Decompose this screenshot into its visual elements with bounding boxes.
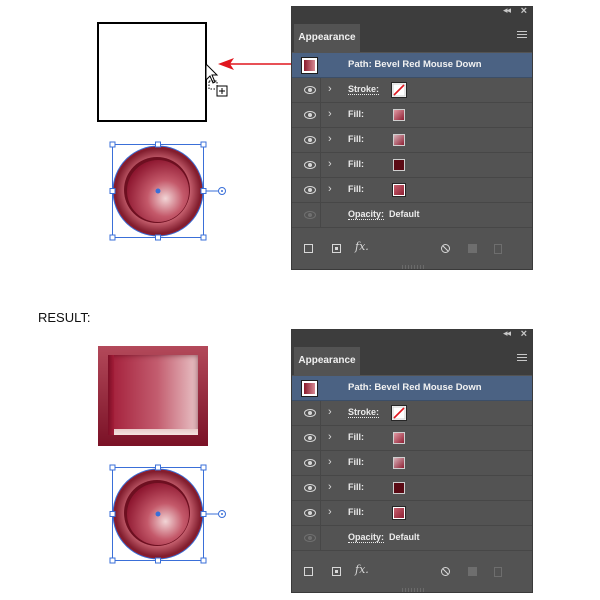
fill-row[interactable]: › Fill:: [292, 153, 532, 178]
fill-row[interactable]: › Fill:: [292, 476, 532, 501]
opacity-label[interactable]: Opacity:: [348, 209, 385, 220]
none-stroke-swatch[interactable]: [391, 82, 407, 98]
path-title: Path: Bevel Red Mouse Down: [348, 382, 482, 393]
stroke-label[interactable]: Stroke:: [348, 407, 380, 418]
appearance-panel: ◂◂ × Appearance Path: Bevel Red Mouse Do…: [291, 5, 533, 270]
add-fill-icon[interactable]: [332, 567, 341, 576]
panel-titlebar: ◂◂ ×: [292, 328, 532, 342]
fx-icon[interactable]: fx.: [355, 563, 369, 576]
fill-label: Fill:: [348, 134, 364, 144]
opacity-row[interactable]: Opacity: Default: [292, 203, 532, 228]
close-icon[interactable]: ×: [521, 5, 527, 17]
eye-icon[interactable]: [304, 136, 316, 144]
tab-appearance[interactable]: Appearance: [294, 24, 360, 52]
add-stroke-icon[interactable]: [304, 567, 313, 576]
chevron-right-icon[interactable]: ›: [328, 133, 332, 145]
chevron-right-icon[interactable]: ›: [328, 506, 332, 518]
chevron-right-icon[interactable]: ›: [328, 183, 332, 195]
fill-swatch[interactable]: [392, 506, 406, 520]
stroke-row[interactable]: › Stroke:: [292, 78, 532, 103]
stroke-row[interactable]: › Stroke:: [292, 401, 532, 426]
result-label: RESULT:: [38, 310, 91, 325]
collapse-icon[interactable]: ◂◂: [503, 328, 511, 339]
eye-icon[interactable]: [304, 186, 316, 194]
resize-grip[interactable]: [402, 265, 424, 269]
eye-icon[interactable]: [304, 111, 316, 119]
resize-grip[interactable]: [402, 588, 424, 592]
fill-label: Fill:: [348, 482, 364, 492]
fill-swatch[interactable]: [393, 134, 405, 146]
panel-tab-row: Appearance: [292, 342, 532, 375]
fill-row[interactable]: › Fill:: [292, 426, 532, 451]
eye-icon[interactable]: [304, 409, 316, 417]
chevron-right-icon[interactable]: ›: [328, 108, 332, 120]
eye-icon[interactable]: [304, 459, 316, 467]
chevron-right-icon[interactable]: ›: [328, 406, 332, 418]
fill-row[interactable]: › Fill:: [292, 178, 532, 203]
fill-label: Fill:: [348, 184, 364, 194]
clear-appearance-icon[interactable]: [441, 244, 450, 253]
fill-row[interactable]: › Fill:: [292, 103, 532, 128]
red-button-shape-selected[interactable]: [108, 463, 236, 565]
add-fill-icon[interactable]: [332, 244, 341, 253]
fill-swatch[interactable]: [393, 159, 405, 171]
opacity-value: Default: [389, 532, 420, 542]
add-stroke-icon[interactable]: [304, 244, 313, 253]
none-stroke-swatch[interactable]: [391, 405, 407, 421]
red-button-shape-selected[interactable]: [108, 140, 236, 242]
path-thumbnail: [301, 380, 318, 397]
panel-menu-icon[interactable]: [517, 354, 527, 363]
fill-label: Fill:: [348, 507, 364, 517]
panel-menu-icon[interactable]: [517, 31, 527, 40]
fill-swatch[interactable]: [392, 183, 406, 197]
chevron-right-icon[interactable]: ›: [328, 431, 332, 443]
duplicate-icon[interactable]: [468, 244, 477, 253]
clear-appearance-icon[interactable]: [441, 567, 450, 576]
fill-row[interactable]: › Fill:: [292, 128, 532, 153]
opacity-row[interactable]: Opacity: Default: [292, 526, 532, 551]
chevron-right-icon[interactable]: ›: [328, 158, 332, 170]
fx-icon[interactable]: fx.: [355, 240, 369, 253]
fill-swatch[interactable]: [393, 457, 405, 469]
chevron-right-icon[interactable]: ›: [328, 456, 332, 468]
fill-row[interactable]: › Fill:: [292, 451, 532, 476]
panel-footer: fx.: [292, 233, 532, 269]
eye-icon[interactable]: [304, 509, 316, 517]
chevron-right-icon[interactable]: ›: [328, 83, 332, 95]
eye-icon[interactable]: [304, 161, 316, 169]
fill-row[interactable]: › Fill:: [292, 501, 532, 526]
trash-icon[interactable]: [494, 567, 502, 577]
fill-label: Fill:: [348, 109, 364, 119]
close-icon[interactable]: ×: [521, 328, 527, 340]
fill-swatch[interactable]: [393, 109, 405, 121]
red-square-result-shape[interactable]: [98, 346, 208, 446]
trash-icon[interactable]: [494, 244, 502, 254]
opacity-value: Default: [389, 209, 420, 219]
eye-icon: [304, 211, 316, 219]
fill-label: Fill:: [348, 159, 364, 169]
eye-icon: [304, 534, 316, 542]
appearance-header-row[interactable]: Path: Bevel Red Mouse Down: [292, 376, 532, 401]
path-thumbnail: [301, 57, 318, 74]
appearance-header-row[interactable]: Path: Bevel Red Mouse Down: [292, 53, 532, 78]
fill-swatch[interactable]: [393, 482, 405, 494]
chevron-right-icon[interactable]: ›: [328, 481, 332, 493]
eye-icon[interactable]: [304, 86, 316, 94]
collapse-icon[interactable]: ◂◂: [503, 5, 511, 16]
eye-icon[interactable]: [304, 434, 316, 442]
path-title: Path: Bevel Red Mouse Down: [348, 59, 482, 70]
duplicate-icon[interactable]: [468, 567, 477, 576]
fill-label: Fill:: [348, 457, 364, 467]
eye-icon[interactable]: [304, 484, 316, 492]
appearance-panel: ◂◂ × Appearance Path: Bevel Red Mouse Do…: [291, 328, 533, 593]
fill-swatch[interactable]: [393, 432, 405, 444]
panel-titlebar: ◂◂ ×: [292, 5, 532, 19]
panel-tab-row: Appearance: [292, 19, 532, 52]
empty-square-shape[interactable]: [97, 22, 207, 122]
panel-footer: fx.: [292, 556, 532, 592]
stroke-label[interactable]: Stroke:: [348, 84, 380, 95]
fill-label: Fill:: [348, 432, 364, 442]
opacity-label[interactable]: Opacity:: [348, 532, 385, 543]
tab-appearance[interactable]: Appearance: [294, 347, 360, 375]
